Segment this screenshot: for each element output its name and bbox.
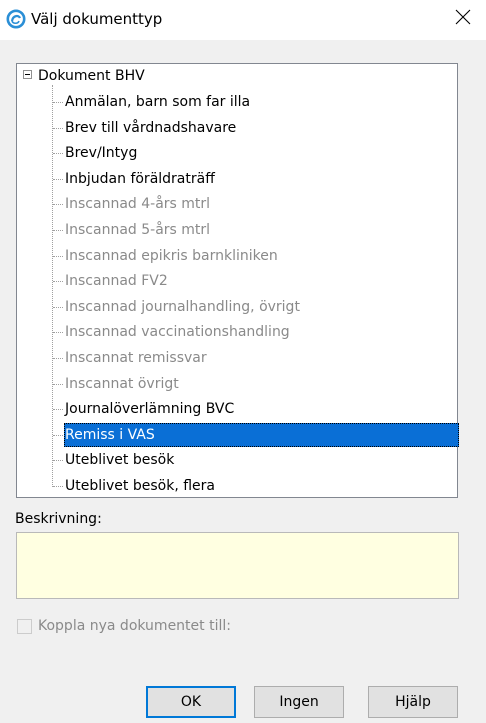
- description-label: Beskrivning:: [15, 511, 102, 527]
- link-document-checkbox[interactable]: [17, 619, 32, 634]
- title-bar: Välj dokumenttyp: [0, 0, 486, 40]
- tree-item[interactable]: Inbjudan föräldraträff: [53, 167, 215, 191]
- description-field[interactable]: [16, 532, 459, 599]
- tree-branch-line: [53, 383, 63, 385]
- none-button[interactable]: Ingen: [254, 686, 344, 718]
- tree-branch-line: [53, 434, 63, 436]
- tree-item[interactable]: Brev till vårdnadshavare: [53, 116, 237, 140]
- tree-item[interactable]: Inscannad FV2: [53, 269, 168, 293]
- document-type-tree[interactable]: Dokument BHV Anmälan, barn som far illa B…: [16, 63, 459, 498]
- tree-branch-line: [53, 153, 63, 155]
- tree-branch-line: [53, 204, 63, 206]
- tree-item[interactable]: Anmälan, barn som far illa: [53, 90, 251, 114]
- window-title: Välj dokumenttyp: [31, 10, 163, 28]
- help-button[interactable]: Hjälp: [368, 686, 458, 718]
- app-swirl-icon: [6, 9, 26, 29]
- tree-item-label: Anmälan, barn som far illa: [65, 94, 251, 110]
- link-document-label: Koppla nya dokumentet till:: [38, 618, 231, 634]
- tree-branch-line: [53, 102, 63, 103]
- tree-item-label: Inscannad FV2: [65, 273, 168, 290]
- minus-box-icon[interactable]: [23, 70, 32, 79]
- tree-item[interactable]: Inscannat remissvar: [53, 346, 207, 370]
- tree-item[interactable]: Journalöverlämning BVC: [53, 397, 235, 421]
- tree-branch-line: [53, 230, 63, 231]
- tree-item[interactable]: Inscannad epikris barnkliniken: [53, 244, 278, 268]
- tree-item[interactable]: Inscannad 4-års mtrl: [53, 192, 211, 216]
- tree-branch-line: [53, 332, 63, 334]
- tree-branch-line: [53, 127, 63, 129]
- close-icon: [455, 9, 471, 29]
- tree-item-label: Uteblivet besök: [65, 452, 175, 469]
- tree-item[interactable]: Inscannad journalhandling, övrigt: [53, 295, 300, 319]
- tree-item-label: Inscannat övrigt: [65, 375, 179, 392]
- ok-button[interactable]: OK: [146, 686, 236, 718]
- tree-root-label[interactable]: Dokument BHV: [38, 66, 145, 86]
- tree-item-label: Brev/Intyg: [65, 145, 138, 162]
- tree-item-label: Inscannad epikris barnkliniken: [65, 247, 278, 264]
- tree-item[interactable]: Inscannad vaccinationshandling: [53, 320, 290, 344]
- tree-item[interactable]: Remiss i VAS: [53, 422, 459, 447]
- tree-item[interactable]: Uteblivet besök: [53, 448, 175, 472]
- tree-item-label: Inscannad vaccinationshandling: [65, 324, 290, 341]
- tree-branch-line: [53, 281, 63, 283]
- tree-item-label: Brev till vårdnadshavare: [65, 119, 237, 136]
- close-button[interactable]: [440, 0, 486, 38]
- tree-connector-line: [52, 85, 53, 487]
- tree-item[interactable]: Brev/Intyg: [53, 141, 138, 165]
- tree-item-label: Inscannad 5-års mtrl: [65, 222, 211, 238]
- tree-item-label: Inscannat remissvar: [65, 350, 207, 366]
- tree-item-label: Inbjudan föräldraträff: [65, 170, 215, 187]
- tree-item-label: Remiss i VAS: [65, 426, 155, 443]
- tree-branch-line: [53, 486, 63, 487]
- tree-branch-line: [53, 255, 63, 257]
- tree-item-label: Inscannad journalhandling, övrigt: [65, 298, 300, 315]
- tree-item-label: Journalöverlämning BVC: [65, 401, 235, 418]
- tree-item-label: Uteblivet besök, flera: [65, 478, 215, 494]
- tree-item[interactable]: Uteblivet besök, flera: [53, 474, 215, 498]
- tree-branch-line: [53, 460, 63, 462]
- tree-item[interactable]: Inscannad 5-års mtrl: [53, 218, 211, 242]
- tree-item-label: Inscannad 4-års mtrl: [65, 196, 211, 213]
- tree-branch-line: [53, 306, 63, 308]
- tree-branch-line: [53, 409, 63, 411]
- tree-item[interactable]: Inscannat övrigt: [53, 372, 179, 396]
- tree-branch-line: [53, 178, 63, 180]
- tree-branch-line: [53, 358, 63, 359]
